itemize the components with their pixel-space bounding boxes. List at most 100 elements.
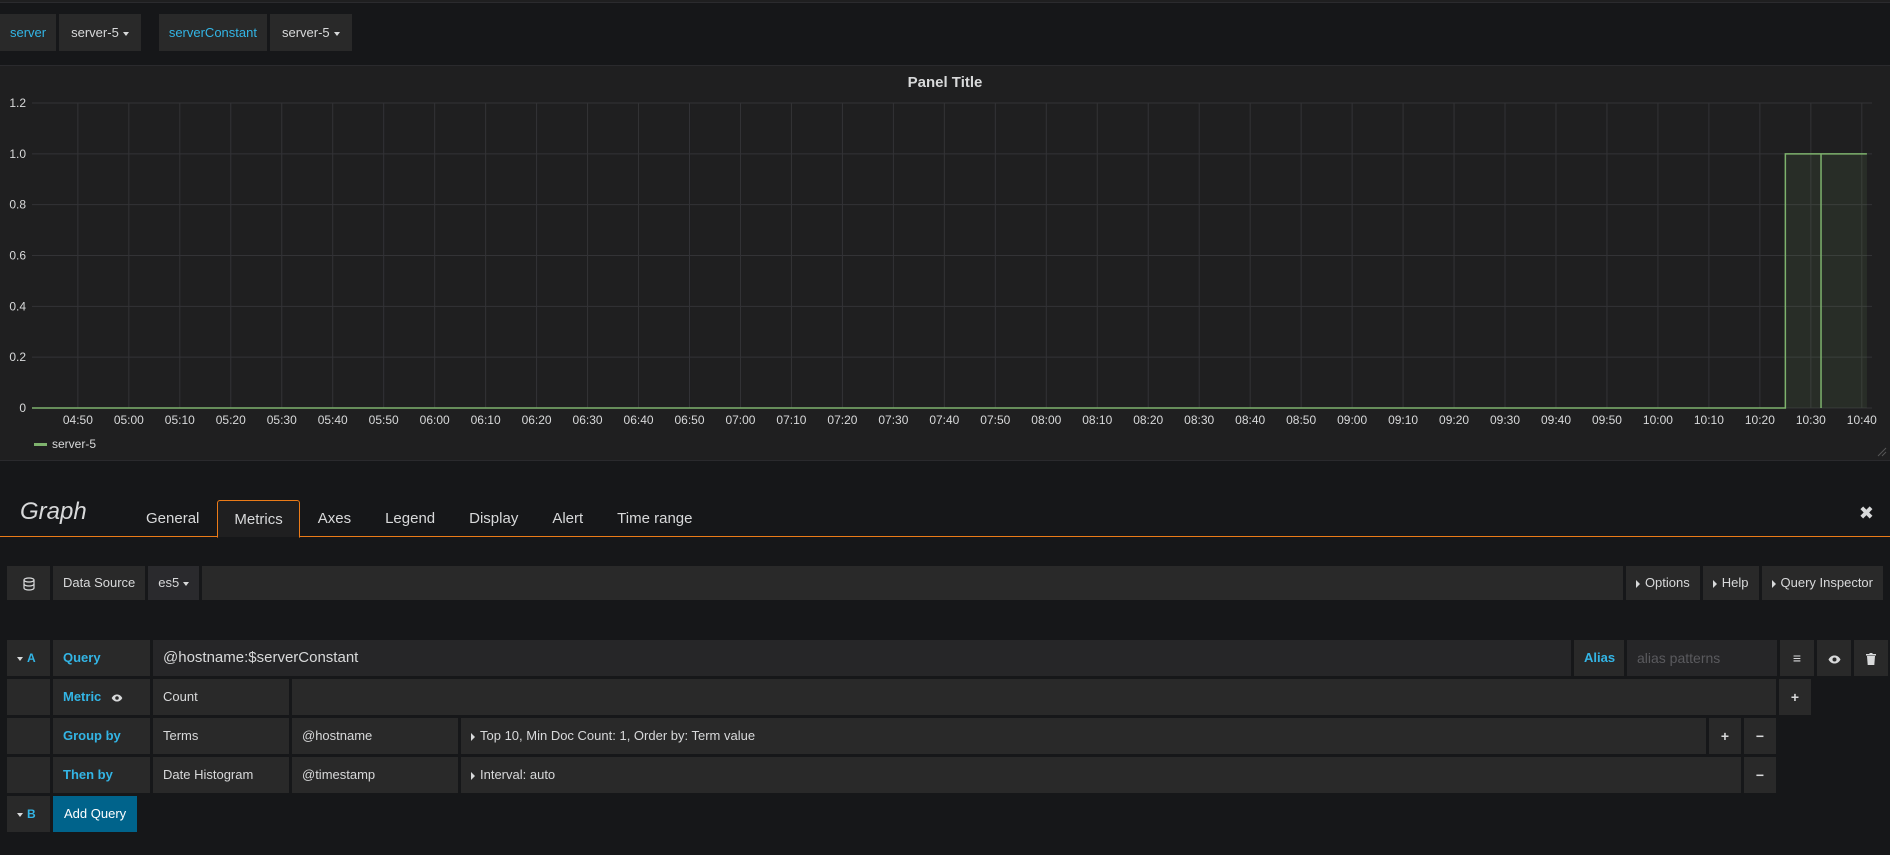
alias-input[interactable]: alias patterns [1627, 640, 1777, 676]
tab-legend[interactable]: Legend [369, 500, 451, 537]
query-input[interactable]: @hostname:$serverConstant [153, 640, 1571, 676]
x-tick-label: 07:50 [980, 413, 1010, 427]
x-tick-label: 10:20 [1745, 413, 1775, 427]
caret-right-icon [471, 732, 475, 741]
variable-dropdown-serverconstant[interactable]: server-5 [269, 14, 352, 51]
x-tick-label: 06:10 [471, 413, 501, 427]
minus-icon[interactable]: − [1744, 718, 1776, 754]
query-b-collapse[interactable]: B [7, 796, 50, 832]
help-button[interactable]: Help [1702, 566, 1759, 600]
y-tick-label: 1.2 [9, 96, 26, 110]
trash-icon[interactable] [1854, 640, 1888, 676]
x-tick-label: 09:00 [1337, 413, 1367, 427]
top-border [0, 0, 1890, 3]
then-by-label: Then by [53, 757, 150, 793]
caret-down-icon [333, 31, 340, 36]
x-tick-label: 05:00 [114, 413, 144, 427]
chart: 1.2 1.0 0.8 0.6 0.4 0.2 0 04:50 05:00 05:10 05:20 0… [9, 96, 1887, 457]
panel-editor-header: Graph General Metrics Axes Legend Displa… [0, 495, 1890, 538]
caret-down-icon [17, 812, 23, 817]
y-tick-label: 1.0 [9, 147, 26, 161]
alias-label: Alias [1574, 640, 1624, 676]
template-variables: server server-5 serverConstant server-5 [0, 14, 370, 51]
y-tick-label: 0.6 [9, 249, 26, 263]
y-tick-label: 0.4 [9, 299, 26, 313]
legend-swatch [34, 442, 47, 446]
x-tick-label: 08:40 [1235, 413, 1265, 427]
query-inspector-button[interactable]: Query Inspector [1761, 566, 1883, 600]
options-button[interactable]: Options [1625, 566, 1700, 600]
y-tick-label: 0.2 [9, 350, 26, 364]
variable-dropdown-server[interactable]: server-5 [59, 14, 141, 51]
tab-general[interactable]: General [130, 500, 215, 537]
editor-tabs: General Metrics Axes Legend Display Aler… [130, 500, 710, 538]
query-a-collapse[interactable]: A [7, 640, 50, 676]
tab-alert[interactable]: Alert [536, 500, 599, 537]
legend: server-5 [34, 437, 96, 451]
then-by-settings[interactable]: Interval: auto [461, 757, 1741, 793]
x-tick-label: 07:30 [878, 413, 908, 427]
plus-icon[interactable]: + [1779, 679, 1811, 715]
plus-icon[interactable]: + [1709, 718, 1741, 754]
then-by-row: Then by Date Histogram @timestamp Interv… [7, 757, 1776, 793]
tab-time-range[interactable]: Time range [601, 500, 708, 537]
eye-icon[interactable] [111, 694, 123, 702]
menu-icon[interactable]: ≡ [1780, 640, 1814, 676]
x-tick-label: 05:30 [267, 413, 297, 427]
query-a-row: A Query @hostname:$serverConstant Alias … [7, 640, 1888, 676]
x-tick-label: 04:50 [63, 413, 93, 427]
caret-down-icon [183, 581, 190, 586]
x-tick-label: 06:30 [573, 413, 603, 427]
x-tick-label: 09:40 [1541, 413, 1571, 427]
datasource-filler [202, 566, 1623, 600]
x-tick-label: 06:50 [674, 413, 704, 427]
legend-item-server-5[interactable]: server-5 [52, 437, 96, 451]
query-b-row: B Add Query [7, 796, 138, 832]
variable-label-serverconstant: serverConstant [158, 14, 267, 51]
tab-display[interactable]: Display [453, 500, 534, 537]
group-by-settings[interactable]: Top 10, Min Doc Count: 1, Order by: Term… [461, 718, 1706, 754]
series-area [32, 153, 1867, 408]
group-by-label: Group by [53, 718, 150, 754]
caret-right-icon [1635, 579, 1640, 588]
caret-right-icon [1712, 579, 1717, 588]
x-tick-label: 10:30 [1796, 413, 1826, 427]
datasource-label: Data Source [53, 566, 146, 600]
x-tick-label: 07:10 [776, 413, 806, 427]
group-by-field-select[interactable]: @hostname [292, 718, 458, 754]
group-by-row: Group by Terms @hostname Top 10, Min Doc… [7, 718, 1776, 754]
tab-metrics[interactable]: Metrics [217, 500, 300, 538]
then-by-type-select[interactable]: Date Histogram [153, 757, 289, 793]
gutter [7, 718, 50, 754]
metric-type-select[interactable]: Count [153, 679, 289, 715]
eye-icon[interactable] [1817, 640, 1851, 676]
minus-icon[interactable]: − [1744, 757, 1776, 793]
x-tick-label: 10:10 [1694, 413, 1724, 427]
x-tick-label: 09:10 [1388, 413, 1418, 427]
editor-title: Graph [20, 498, 87, 525]
caret-right-icon [1771, 579, 1776, 588]
y-tick-label: 0.8 [9, 198, 26, 212]
x-tick-label: 05:50 [369, 413, 399, 427]
x-tick-label: 08:50 [1286, 413, 1316, 427]
x-tick-label: 07:20 [827, 413, 857, 427]
x-tick-label: 10:40 [1847, 413, 1877, 427]
variable-label-server: server [0, 14, 57, 51]
x-tick-label: 08:20 [1133, 413, 1163, 427]
add-query-button[interactable]: Add Query [53, 796, 138, 832]
gutter [7, 679, 50, 715]
gutter [7, 757, 50, 793]
x-tick-label: 06:40 [624, 413, 654, 427]
x-tick-label: 07:40 [929, 413, 959, 427]
datasource-select[interactable]: es5 [148, 566, 200, 600]
then-by-field-select[interactable]: @timestamp [292, 757, 458, 793]
close-icon[interactable]: ✖ [1859, 503, 1874, 524]
x-tick-label: 06:00 [420, 413, 450, 427]
metric-label: Metric [53, 679, 150, 715]
x-tick-label: 08:10 [1082, 413, 1112, 427]
x-tick-label: 09:20 [1439, 413, 1469, 427]
group-by-type-select[interactable]: Terms [153, 718, 289, 754]
x-tick-label: 08:30 [1184, 413, 1214, 427]
x-tick-label: 05:20 [216, 413, 246, 427]
tab-axes[interactable]: Axes [302, 500, 367, 537]
